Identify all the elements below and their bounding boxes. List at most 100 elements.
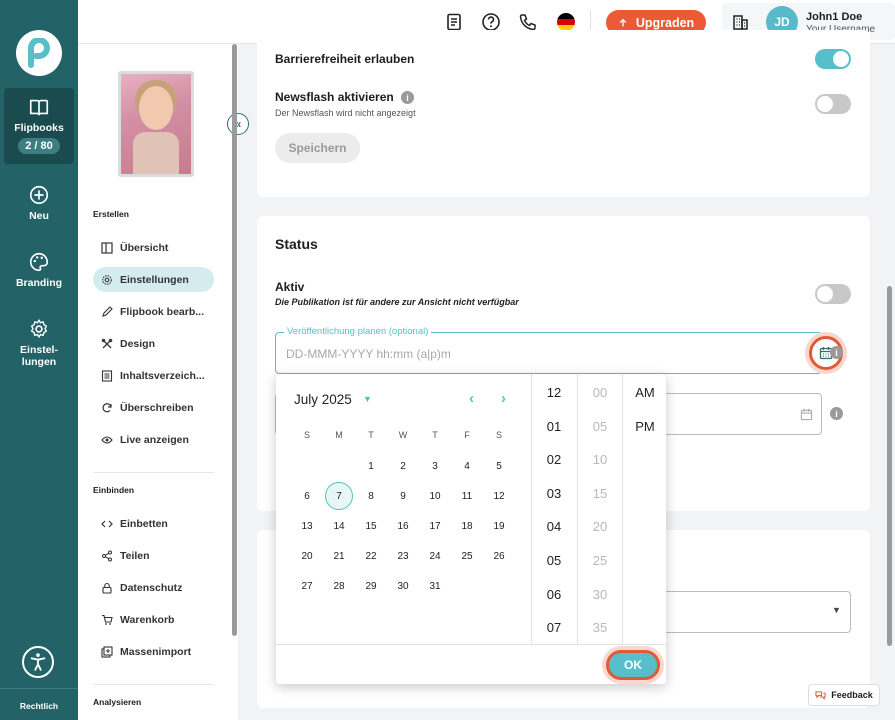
accessibility-button[interactable] [22,646,54,678]
nav-item-mass-import[interactable]: Massenimport [93,639,214,664]
rail-item-settings[interactable]: Einstel- lungen [4,318,74,368]
calendar-day[interactable]: 10 [421,482,449,510]
rail-item-flipbooks[interactable]: Flipbooks 2 / 80 [4,88,74,164]
sidebar-scrollbar[interactable] [232,44,237,636]
hour-option[interactable]: 12 [532,385,576,400]
calendar-day[interactable]: 18 [453,512,481,540]
calendar-day[interactable]: 14 [325,512,353,540]
nav-item-live-view[interactable]: Live anzeigen [93,427,214,452]
nav-item-settings[interactable]: Einstellungen [93,267,214,292]
calendar-day[interactable]: 3 [421,452,449,480]
phone-icon[interactable] [518,12,538,32]
caret-down-icon[interactable]: ▼ [363,394,372,404]
calendar-day[interactable]: 27 [293,572,321,600]
calendar-day[interactable]: 4 [453,452,481,480]
newsflash-toggle[interactable] [815,94,851,114]
hour-option[interactable]: 01 [532,419,576,434]
rail-item-branding[interactable]: Branding [4,251,74,289]
info-icon[interactable]: i [830,346,843,359]
flipbook-thumbnail[interactable] [118,71,194,177]
nav-item-label: Massenimport [120,645,192,658]
column-divider [531,374,532,644]
next-month-button[interactable]: › [501,390,506,407]
calendar-day[interactable]: 9 [389,482,417,510]
hour-option[interactable]: 03 [532,486,576,501]
calendar-day[interactable]: 16 [389,512,417,540]
nav-item-share[interactable]: Teilen [93,543,214,568]
calendar-day[interactable]: 15 [357,512,385,540]
calendar-day[interactable]: 21 [325,542,353,570]
nav-item-embed[interactable]: Einbetten [93,511,214,536]
calendar-day[interactable]: 24 [421,542,449,570]
calendar-day[interactable]: 6 [293,482,321,510]
minute-option[interactable]: 25 [578,553,622,568]
nav-item-toc[interactable]: Inhaltsverzeich... [93,363,214,388]
legal-link[interactable]: Rechtlich [0,688,78,711]
nav-item-edit-flipbook[interactable]: Flipbook bearb... [93,299,214,324]
calendar-day[interactable]: 13 [293,512,321,540]
hour-option[interactable]: 02 [532,452,576,467]
info-icon[interactable]: i [401,91,414,104]
calendar-day[interactable]: 17 [421,512,449,540]
calendar-day[interactable]: 31 [421,572,449,600]
calendar-day[interactable]: 25 [453,542,481,570]
ampm-option[interactable]: PM [624,419,666,434]
calendar-day[interactable]: 29 [357,572,385,600]
minute-option[interactable]: 15 [578,486,622,501]
active-label: Aktiv [275,280,305,294]
eye-icon [101,435,113,444]
nav-item-overwrite[interactable]: Überschreiben [93,395,214,420]
language-flag-icon[interactable] [557,13,575,31]
nav-item-overview[interactable]: Übersicht [93,235,214,260]
app-logo[interactable] [16,30,62,76]
nav-item-label: Inhaltsverzeich... [120,369,205,382]
calendar-day[interactable]: 2 [389,452,417,480]
feedback-button[interactable]: Feedback [808,684,880,706]
info-icon[interactable]: i [830,407,843,420]
accessibility-toggle[interactable] [815,49,851,69]
feedback-label: Feedback [831,690,873,700]
document-icon[interactable] [444,12,464,32]
calendar-day[interactable]: 23 [389,542,417,570]
minute-option[interactable]: 00 [578,385,622,400]
nav-item-privacy[interactable]: Datenschutz [93,575,214,600]
calendar-day[interactable]: 8 [357,482,385,510]
calendar-day[interactable]: 20 [293,542,321,570]
minute-option[interactable]: 05 [578,419,622,434]
minute-option[interactable]: 20 [578,519,622,534]
calendar-day[interactable]: 12 [485,482,513,510]
rail-item-new[interactable]: Neu [4,184,74,222]
nav-item-design[interactable]: Design [93,331,214,356]
save-button[interactable]: Speichern [275,133,360,163]
calendar-day[interactable]: 28 [325,572,353,600]
ok-button[interactable]: OK [606,650,660,680]
active-toggle[interactable] [815,284,851,304]
hour-option[interactable]: 05 [532,553,576,568]
schedule-field[interactable]: Veröffentlichung planen (optional) DD-MM… [275,326,843,374]
minute-option[interactable]: 30 [578,587,622,602]
main-scrollbar[interactable] [887,286,892,646]
calendar-day[interactable]: 5 [485,452,513,480]
calendar-day[interactable]: 1 [357,452,385,480]
section-label-create: Erstellen [93,209,129,219]
help-icon[interactable] [481,12,501,32]
weekday-label: T [432,430,438,440]
calendar-day[interactable]: 11 [453,482,481,510]
calendar-day[interactable]: 26 [485,542,513,570]
selected-day[interactable]: 7 [325,482,353,510]
ampm-option[interactable]: AM [624,385,666,400]
previous-month-button[interactable]: ‹ [469,390,474,407]
hour-option[interactable]: 07 [532,620,576,635]
calendar-day[interactable]: 22 [357,542,385,570]
calendar-day[interactable]: 19 [485,512,513,540]
schedule-input[interactable]: DD-MMM-YYYY hh:mm (a|p)m [286,347,451,361]
minute-option[interactable]: 35 [578,620,622,635]
month-label[interactable]: July 2025 [294,392,352,407]
hour-option[interactable]: 06 [532,587,576,602]
calendar-icon[interactable] [800,408,813,421]
calendar-day[interactable]: 30 [389,572,417,600]
collapse-sidebar-button[interactable]: « [227,113,249,135]
nav-item-cart[interactable]: Warenkorb [93,607,214,632]
hour-option[interactable]: 04 [532,519,576,534]
minute-option[interactable]: 10 [578,452,622,467]
